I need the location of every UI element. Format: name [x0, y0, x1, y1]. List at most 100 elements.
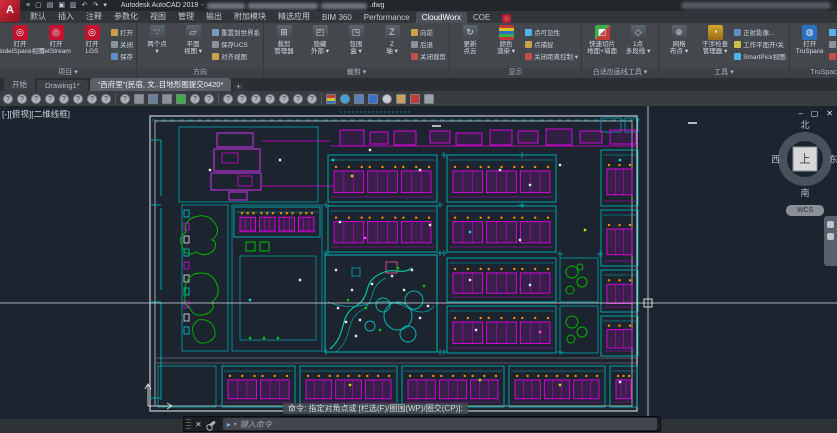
question-icon[interactable]: ?	[3, 94, 13, 104]
ribbon-small-button[interactable]: 点可见性	[525, 27, 578, 37]
question-icon[interactable]: ?	[223, 94, 233, 104]
wrench-icon[interactable]	[207, 420, 216, 428]
pan-icon[interactable]	[827, 221, 834, 228]
open-file-icon[interactable]: ▤	[47, 0, 54, 11]
open-lgs[interactable]: ◎打开LGS	[75, 25, 109, 55]
grid-layout-points[interactable]: ⊕网格布点 ▾	[662, 25, 696, 55]
question-icon[interactable]: ?	[279, 94, 289, 104]
ribbon-small-button[interactable]: 同步..	[829, 27, 837, 37]
panel-label[interactable]: 工具 ▾	[659, 68, 789, 78]
ribbon-tab-cloudworx[interactable]: CloudWorx	[416, 12, 467, 23]
question-icon[interactable]: ?	[45, 94, 55, 104]
ribbon-small-button[interactable]: 正射影像...	[734, 27, 786, 37]
ribbon-tab-输出[interactable]: 输出	[200, 10, 228, 23]
viewcube-east-label[interactable]: 东	[829, 153, 837, 166]
panel-label[interactable]: TruSpace ▾	[790, 68, 837, 78]
viewport-controls-label[interactable]: [-][俯视][二维线框]	[2, 108, 70, 120]
question-icon[interactable]: ?	[265, 94, 275, 104]
viewcube-north-label[interactable]: 北	[772, 118, 837, 131]
hide-outside[interactable]: ◰隐藏外部 ▾	[303, 25, 337, 55]
close-icon[interactable]: ✕	[826, 109, 833, 118]
win-icon[interactable]	[354, 94, 364, 104]
panel-label[interactable]: 项目 ▾	[0, 68, 136, 78]
open-jetstream[interactable]: ◎打开JetStream	[39, 25, 73, 55]
drawing-canvas[interactable]: [-][俯视][二维线框] –▢✕ 北 西 上 东 南 WCS 命令: 指定对角…	[0, 106, 837, 433]
wcs-dropdown[interactable]: WCS	[786, 205, 824, 216]
ribbon-small-button[interactable]: 关闭	[111, 39, 133, 49]
viewcube-south-label[interactable]: 南	[772, 186, 837, 199]
red-icon[interactable]	[410, 94, 420, 104]
ribbon-small-button[interactable]: 相机关闭	[829, 51, 837, 61]
viewcube-west-label[interactable]: 西	[771, 153, 780, 166]
crop-manager[interactable]: ⊞裁剪管理器	[267, 25, 301, 55]
ribbon-small-button[interactable]: 点捕捉	[525, 39, 578, 49]
z-axis[interactable]: ZZ轴 ▾	[375, 25, 409, 55]
plane-view[interactable]: ▱平面视图 ▾	[176, 25, 210, 55]
ribbon-tab-performance[interactable]: Performance	[358, 12, 416, 23]
viewcube-top-face[interactable]: 上	[793, 147, 818, 172]
question-icon[interactable]: ?	[293, 94, 303, 104]
two-points[interactable]: ∵两个点▾	[140, 25, 174, 55]
zoom-icon[interactable]	[827, 233, 834, 240]
ribbon-small-button[interactable]: 保存UCS	[212, 39, 260, 49]
redo-icon[interactable]: ↷	[92, 0, 98, 11]
mon-icon[interactable]	[368, 94, 378, 104]
undo-icon[interactable]: ↶	[82, 0, 88, 11]
sq-icon[interactable]	[162, 94, 172, 104]
restore-icon[interactable]: ▢	[811, 109, 819, 118]
question-icon[interactable]: ?	[251, 94, 261, 104]
sq-icon[interactable]	[134, 94, 144, 104]
navigation-bar[interactable]	[824, 216, 837, 266]
open-truspace[interactable]: ◍打开TruSpace	[793, 25, 827, 55]
panel-label[interactable]: 方向	[137, 68, 263, 78]
ribbon-small-button[interactable]: 工作平面开/关	[734, 39, 786, 49]
question-icon[interactable]: ?	[59, 94, 69, 104]
pencil-icon[interactable]	[396, 94, 406, 104]
ribbon-small-button[interactable]: 关闭裁剪	[411, 51, 446, 61]
file-tab[interactable]: "西府里"(民宿, 文..目地形图提交0420*	[90, 78, 232, 91]
question-icon[interactable]: ?	[31, 94, 41, 104]
question-icon[interactable]: ?	[307, 94, 317, 104]
ribbon-small-button[interactable]: 保存	[111, 51, 133, 61]
panel-label[interactable]: 裁剪 ▾	[264, 68, 449, 78]
ribbon-small-button[interactable]: SmartPick视图	[734, 51, 786, 61]
cube-icon[interactable]	[148, 94, 158, 104]
interference-check-manager[interactable]: ◔干涉检查管理器 ▾	[698, 25, 732, 55]
view-cube[interactable]: 北 西 上 东 南 WCS	[772, 118, 837, 222]
question-icon[interactable]: ?	[17, 94, 27, 104]
ribbon-tab-精选应用[interactable]: 精选应用	[272, 10, 316, 23]
plot-icon[interactable]: ▥	[70, 0, 77, 11]
ribbon-tab-默认[interactable]: 默认	[24, 10, 52, 23]
question-icon[interactable]: ?	[87, 94, 97, 104]
quick-slice[interactable]: ◩快速切片地面+墙面	[585, 25, 619, 55]
question-icon[interactable]: ?	[237, 94, 247, 104]
viewcube-ring[interactable]: 西 上 东	[778, 132, 832, 186]
file-tab[interactable]: Drawing1*	[37, 80, 88, 91]
open-modelspace-view[interactable]: ◎打开ModelSpace视图	[3, 25, 37, 55]
ribbon-small-button[interactable]: 对齐视图	[212, 51, 260, 61]
ribbon-small-button[interactable]: 开/关	[829, 39, 837, 49]
ribbon-small-button[interactable]: 重置到世界系	[212, 27, 260, 37]
save-file-icon[interactable]: ▣	[58, 0, 65, 11]
question-icon[interactable]: ?	[101, 94, 111, 104]
chevron-down-icon[interactable]: ▾	[234, 421, 237, 428]
ribbon-small-button[interactable]: 向前	[411, 27, 446, 37]
ribbon-tab-注释[interactable]: 注释	[80, 10, 108, 23]
ribbon-small-button[interactable]: 打开	[111, 27, 133, 37]
person-icon[interactable]	[382, 94, 392, 104]
search-input[interactable]	[681, 2, 831, 9]
question-icon[interactable]: ?	[120, 94, 130, 104]
panel-label[interactable]: 显示	[450, 68, 581, 78]
ribbon-tab-参数化[interactable]: 参数化	[108, 10, 144, 23]
command-line-bar[interactable]: ✕ ▸ ▾ 键入命令	[183, 416, 661, 432]
ribbon-small-button[interactable]: 关闭距离控制 ▾	[525, 51, 578, 61]
ribbon-small-button[interactable]: 后退	[411, 39, 446, 49]
new-file-icon[interactable]: ▢	[35, 0, 42, 11]
ribbon-tab-bim-360[interactable]: BIM 360	[316, 12, 358, 23]
close-icon[interactable]: ✕	[191, 420, 206, 429]
ribbon-tab-附加模块[interactable]: 附加模块	[228, 10, 272, 23]
users-icon[interactable]	[340, 94, 350, 104]
command-input[interactable]: ▸ ▾ 键入命令	[223, 418, 657, 430]
question-icon[interactable]: ?	[204, 94, 214, 104]
app-logo-icon[interactable]: A	[0, 0, 20, 22]
